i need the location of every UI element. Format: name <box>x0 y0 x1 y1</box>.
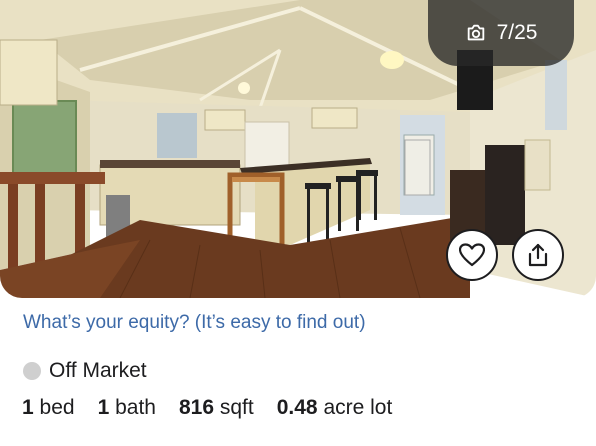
share-icon <box>527 243 549 267</box>
sqft-label: sqft <box>219 396 254 419</box>
heart-icon <box>459 243 485 267</box>
share-button[interactable] <box>512 229 564 281</box>
listing-photo[interactable]: 7/25 <box>0 0 596 298</box>
listing-status: Off Market <box>23 359 147 383</box>
baths-fact: 1 bath <box>98 396 161 420</box>
favorite-button[interactable] <box>446 229 498 281</box>
lot-label: acre lot <box>323 396 393 419</box>
status-dot <box>23 362 41 380</box>
status-label: Off Market <box>49 359 147 382</box>
equity-link[interactable]: What’s your equity? (It’s easy to find o… <box>23 312 366 334</box>
sqft-fact: 816 sqft <box>179 396 259 420</box>
lot-value: 0.48 <box>276 396 318 419</box>
property-facts: 1 bed 1 bath 816 sqft 0.48 acre lot <box>22 396 397 420</box>
beds-label: bed <box>39 396 75 419</box>
lot-fact: 0.48 acre lot <box>277 396 398 420</box>
baths-label: bath <box>115 396 156 419</box>
photo-counter-text: 7/25 <box>496 21 538 44</box>
camera-icon <box>465 22 487 44</box>
beds-value: 1 <box>22 396 34 419</box>
sqft-value: 816 <box>178 396 215 419</box>
photo-counter[interactable]: 7/25 <box>428 0 574 66</box>
baths-value: 1 <box>97 396 110 419</box>
beds-fact: 1 bed <box>22 396 80 420</box>
